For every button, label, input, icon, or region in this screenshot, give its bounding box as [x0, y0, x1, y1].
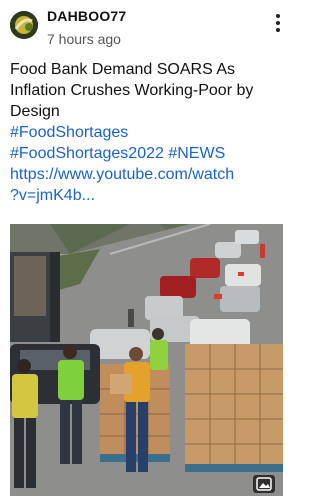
hashtag-line-2[interactable]: #FoodShortages2022 #NEWS — [10, 143, 288, 164]
post-text: Food Bank Demand SOARS As Inflation Crus… — [10, 59, 288, 206]
video-link-continued[interactable]: ?v=jmK4b... — [10, 185, 288, 206]
video-link[interactable]: https://www.youtube.com/watch — [10, 164, 288, 185]
more-vertical-icon[interactable] — [272, 14, 284, 34]
headline-line: Inflation Crushes Working-Poor by — [10, 82, 254, 99]
headline-line: Food Bank Demand SOARS As — [10, 61, 235, 78]
timestamp: 7 hours ago — [47, 31, 121, 47]
headline-line: Design — [10, 103, 60, 120]
image-expand-icon[interactable] — [253, 475, 275, 493]
username[interactable]: DAHBOO77 — [47, 8, 126, 24]
food-bank-photo — [10, 224, 283, 496]
post-header: DAHBOO77 7 hours ago — [0, 0, 293, 52]
hashtag-food-shortages[interactable]: #FoodShortages — [10, 122, 288, 143]
avatar[interactable] — [10, 11, 38, 39]
post-image[interactable] — [10, 224, 283, 496]
